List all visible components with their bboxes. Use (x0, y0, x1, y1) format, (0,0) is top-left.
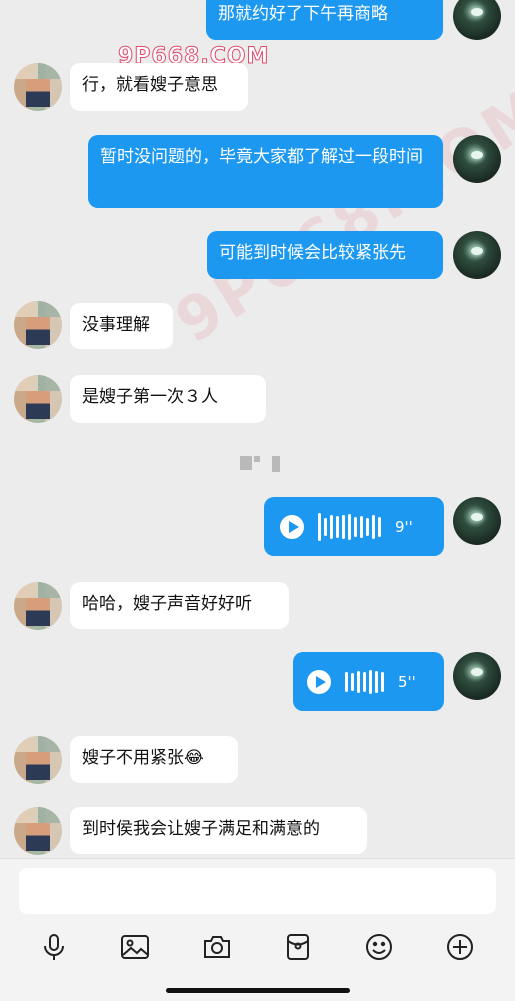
message-input[interactable] (19, 868, 496, 914)
voice-message-bubble[interactable]: 9'' (264, 497, 444, 556)
voice-duration: 9'' (395, 517, 413, 536)
my-avatar[interactable] (453, 231, 501, 279)
contact-avatar[interactable] (14, 63, 62, 111)
plus-icon[interactable] (440, 927, 480, 967)
chat-area: 那就约好了下午再商略 9P668.COM 9P668.COM 行，就看嫂子意思 … (0, 0, 515, 858)
message-bubble-incoming[interactable]: 是嫂子第一次３人 (70, 375, 266, 423)
my-avatar[interactable] (453, 0, 501, 40)
waveform-icon (345, 669, 384, 694)
contact-avatar[interactable] (14, 375, 62, 423)
watermark-diagonal: 9P668.COM (163, 72, 515, 358)
my-avatar[interactable] (453, 497, 501, 545)
contact-avatar[interactable] (14, 736, 62, 784)
message-bubble-outgoing[interactable]: 那就约好了下午再商略 (206, 0, 443, 40)
emoji-icon[interactable] (359, 927, 399, 967)
red-packet-icon[interactable] (278, 927, 318, 967)
contact-avatar[interactable] (14, 807, 62, 855)
toolbar (0, 927, 515, 967)
input-area (0, 858, 515, 1001)
contact-avatar[interactable] (14, 301, 62, 349)
message-bubble-incoming[interactable]: 嫂子不用紧张😂 (70, 736, 238, 783)
message-bubble-incoming[interactable]: 哈哈，嫂子声音好好听 (70, 582, 289, 629)
message-bubble-incoming[interactable]: 行，就看嫂子意思 (70, 63, 248, 111)
camera-icon[interactable] (197, 927, 237, 967)
play-icon[interactable] (280, 514, 304, 539)
contact-avatar[interactable] (14, 582, 62, 630)
play-icon[interactable] (307, 669, 331, 694)
message-bubble-outgoing[interactable]: 暂时没问题的，毕竟大家都了解过一段时间 (88, 135, 443, 208)
voice-duration: 5'' (398, 672, 416, 691)
message-bubble-outgoing[interactable]: 可能到时候会比较紧张先 (207, 231, 443, 279)
image-icon[interactable] (115, 927, 155, 967)
home-indicator[interactable] (166, 988, 350, 993)
message-bubble-incoming[interactable]: 到时侯我会让嫂子满足和满意的 (70, 807, 367, 854)
waveform-icon (318, 512, 381, 541)
my-avatar[interactable] (453, 652, 501, 700)
my-avatar[interactable] (453, 135, 501, 183)
voice-message-bubble[interactable]: 5'' (293, 652, 444, 711)
message-bubble-incoming[interactable]: 没事理解 (70, 303, 173, 349)
timestamp (240, 454, 284, 472)
mic-icon[interactable] (34, 927, 74, 967)
